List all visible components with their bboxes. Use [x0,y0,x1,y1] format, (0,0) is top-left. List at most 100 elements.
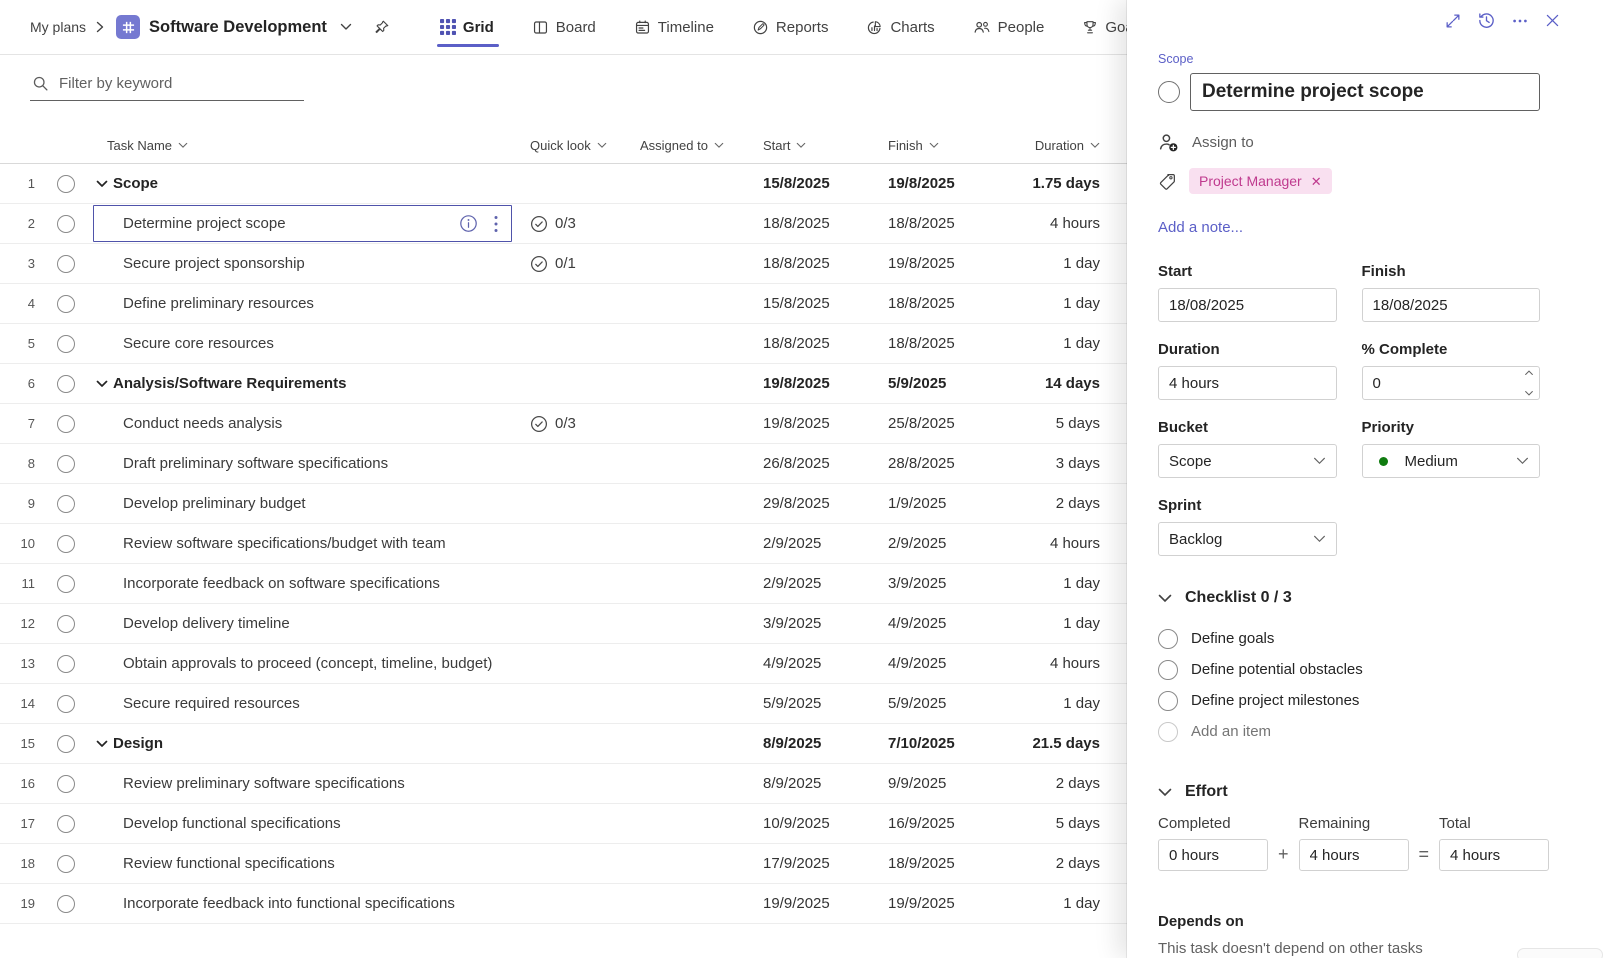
start-date[interactable]: 26/8/2025 [755,455,880,472]
spinner-down-icon[interactable] [1524,390,1534,396]
finish-date[interactable]: 18/8/2025 [880,335,1005,352]
table-row[interactable]: 4Define preliminary resources15/8/202518… [0,284,1127,324]
breadcrumb-my-plans[interactable]: My plans [30,19,86,35]
table-row[interactable]: 18Review functional specifications17/9/2… [0,844,1127,884]
row-complete-radio[interactable] [57,775,75,793]
selected-task-cell[interactable]: Determine project scope [93,205,512,242]
group-collapse-icon[interactable] [96,740,108,748]
row-complete-radio[interactable] [57,495,75,513]
duration-value[interactable]: 1 day [1005,255,1127,272]
effort-remaining-input[interactable] [1299,839,1409,871]
task-info-icon[interactable] [459,214,478,233]
row-complete-radio[interactable] [57,295,75,313]
row-complete-radio[interactable] [57,815,75,833]
table-row[interactable]: 1Scope15/8/202519/8/20251.75 days [0,164,1127,204]
finish-date[interactable]: 25/8/2025 [880,415,1005,432]
finish-date[interactable]: 5/9/2025 [880,375,1005,392]
checklist-item[interactable]: Define goals [1158,623,1540,654]
duration-value[interactable]: 2 days [1005,775,1127,792]
table-row[interactable]: 2Determine project scope0/318/8/202518/8… [0,204,1127,244]
start-date[interactable]: 18/8/2025 [755,255,880,272]
pin-icon[interactable] [373,19,390,36]
row-complete-radio[interactable] [57,735,75,753]
finish-date[interactable]: 19/8/2025 [880,255,1005,272]
finish-date[interactable]: 9/9/2025 [880,775,1005,792]
row-complete-radio[interactable] [57,655,75,673]
group-collapse-icon[interactable] [96,380,108,388]
finish-date[interactable]: 16/9/2025 [880,815,1005,832]
column-header-assigned-to[interactable]: Assigned to [630,138,755,153]
table-row[interactable]: 11Incorporate feedback on software speci… [0,564,1127,604]
add-checklist-item[interactable]: Add an item [1158,716,1540,747]
finish-date[interactable]: 18/8/2025 [880,215,1005,232]
column-header-quick-look[interactable]: Quick look [515,138,630,153]
checklist-item-radio[interactable] [1158,629,1178,649]
assign-to-button[interactable]: Assign to [1158,132,1540,153]
checklist-item-radio[interactable] [1158,660,1178,680]
checklist-section-toggle[interactable]: Checklist 0 / 3 [1158,589,1540,607]
plan-menu-chevron-icon[interactable] [340,23,352,31]
effort-completed-input[interactable] [1158,839,1268,871]
start-date[interactable]: 8/9/2025 [755,775,880,792]
tab-charts[interactable]: Charts [866,0,934,54]
start-date[interactable]: 29/8/2025 [755,495,880,512]
row-complete-radio[interactable] [57,455,75,473]
filter-input[interactable] [57,74,302,93]
duration-value[interactable]: 1 day [1005,615,1127,632]
duration-value[interactable]: 1 day [1005,295,1127,312]
finish-date[interactable]: 2/9/2025 [880,535,1005,552]
table-row[interactable]: 17Develop functional specifications10/9/… [0,804,1127,844]
cutoff-button[interactable] [1517,948,1603,958]
duration-value[interactable]: 21.5 days [1005,735,1127,752]
tab-people[interactable]: People [973,0,1045,54]
start-date[interactable]: 18/8/2025 [755,335,880,352]
checklist-item-radio[interactable] [1158,691,1178,711]
percent-complete-input[interactable] [1362,366,1541,400]
tab-grid[interactable]: Grid [440,0,494,54]
duration-value[interactable]: 4 hours [1005,535,1127,552]
start-date[interactable]: 19/8/2025 [755,415,880,432]
column-header-start[interactable]: Start [755,138,880,153]
duration-value[interactable]: 5 days [1005,815,1127,832]
table-row[interactable]: 13Obtain approvals to proceed (concept, … [0,644,1127,684]
start-date[interactable]: 4/9/2025 [755,655,880,672]
plan-title[interactable]: Software Development [149,18,327,37]
expand-panel-icon[interactable] [1444,12,1462,30]
finish-date[interactable]: 4/9/2025 [880,655,1005,672]
checklist-item[interactable]: Define potential obstacles [1158,654,1540,685]
finish-date[interactable]: 28/8/2025 [880,455,1005,472]
table-row[interactable]: 15Design8/9/20257/10/202521.5 days [0,724,1127,764]
row-complete-radio[interactable] [57,535,75,553]
row-complete-radio[interactable] [57,855,75,873]
start-date[interactable]: 19/9/2025 [755,895,880,912]
table-row[interactable]: 8Draft preliminary software specificatio… [0,444,1127,484]
finish-date[interactable]: 19/8/2025 [880,175,1005,192]
effort-section-toggle[interactable]: Effort [1158,783,1540,801]
start-date[interactable]: 18/8/2025 [755,215,880,232]
table-row[interactable]: 7Conduct needs analysis0/319/8/202525/8/… [0,404,1127,444]
panel-bucket-link[interactable]: Scope [1158,52,1193,66]
row-complete-radio[interactable] [57,575,75,593]
row-complete-radio[interactable] [57,375,75,393]
tag-icon[interactable] [1158,172,1177,191]
start-input[interactable] [1158,288,1337,322]
column-header-duration[interactable]: Duration [1005,138,1127,153]
row-complete-radio[interactable] [57,255,75,273]
duration-value[interactable]: 3 days [1005,455,1127,472]
duration-value[interactable]: 1 day [1005,895,1127,912]
effort-total-input[interactable] [1439,839,1549,871]
sprint-dropdown[interactable]: Backlog [1158,522,1337,556]
add-note-link[interactable]: Add a note... [1158,219,1540,236]
duration-value[interactable]: 1.75 days [1005,175,1127,192]
finish-date[interactable]: 18/8/2025 [880,295,1005,312]
duration-value[interactable]: 1 day [1005,335,1127,352]
table-row[interactable]: 5Secure core resources18/8/202518/8/2025… [0,324,1127,364]
duration-value[interactable]: 4 hours [1005,215,1127,232]
row-complete-radio[interactable] [57,215,75,233]
label-chip[interactable]: Project Manager ✕ [1189,168,1332,194]
tab-timeline[interactable]: Timeline [634,0,714,54]
duration-value[interactable]: 5 days [1005,415,1127,432]
start-date[interactable]: 2/9/2025 [755,575,880,592]
table-row[interactable]: 14Secure required resources5/9/20255/9/2… [0,684,1127,724]
finish-date[interactable]: 18/9/2025 [880,855,1005,872]
